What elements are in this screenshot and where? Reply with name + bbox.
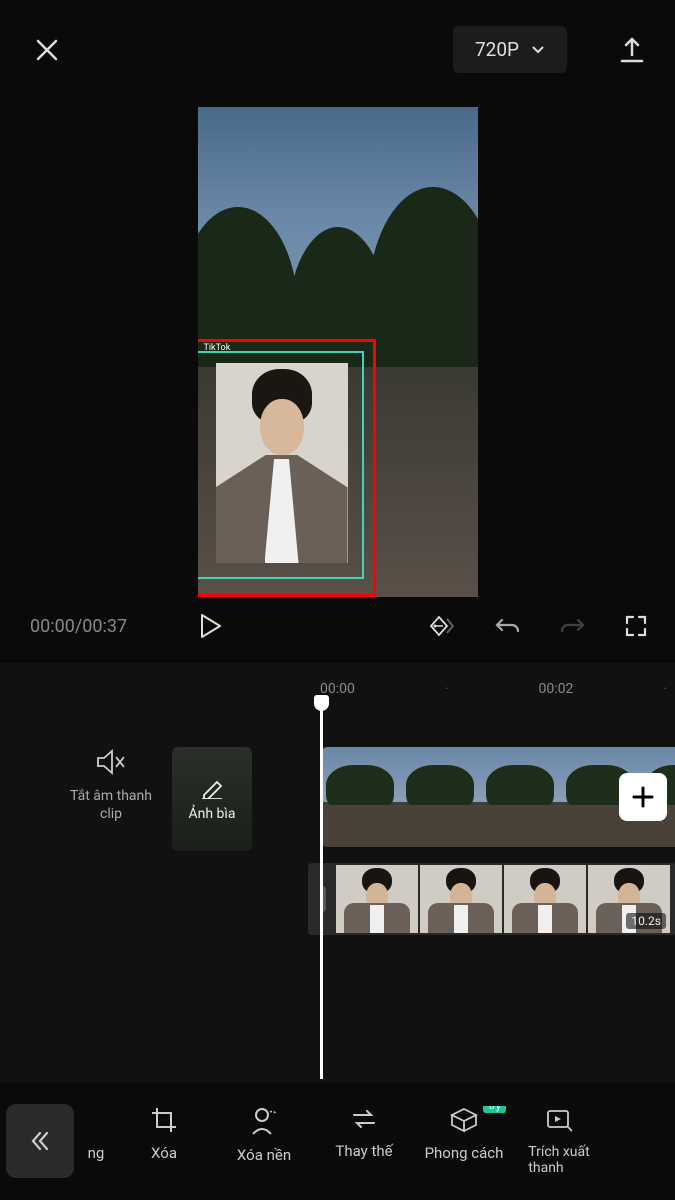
- overlay-frame: 10.2s: [588, 865, 670, 933]
- chevron-down-icon: [531, 45, 545, 55]
- keyframe-button[interactable]: [429, 611, 459, 641]
- toolbar-item-crop[interactable]: Xóa: [114, 1106, 214, 1176]
- toolbar-back-button[interactable]: [6, 1104, 74, 1178]
- close-button[interactable]: [32, 35, 62, 65]
- try-badge: try: [483, 1106, 506, 1113]
- toolbar-item-partial[interactable]: ng: [78, 1106, 114, 1176]
- overlay-track[interactable]: 10.2s: [308, 863, 675, 935]
- cover-image-button[interactable]: Ảnh bìa: [172, 747, 252, 851]
- timeline-ruler: 00:00 · 00:02 ·: [0, 681, 675, 697]
- repeat-icon: [349, 1106, 379, 1132]
- person-remove-bg-icon: [250, 1106, 278, 1136]
- play-button[interactable]: [195, 611, 225, 641]
- overlay-source-label: TikTok: [204, 343, 231, 353]
- time-display: 00:00/00:37: [30, 616, 127, 637]
- bottom-toolbar: ng Xóa Xóa nền Thay thế try Phong cách T…: [0, 1082, 675, 1200]
- playhead[interactable]: [320, 699, 323, 1079]
- undo-button[interactable]: [493, 611, 523, 641]
- overlay-frame: [504, 865, 586, 933]
- cover-label: Ảnh bìa: [189, 805, 236, 823]
- resolution-selector[interactable]: 720P: [453, 26, 567, 73]
- toolbar-item-style[interactable]: try Phong cách: [414, 1106, 514, 1176]
- edit-icon: [200, 775, 224, 799]
- toolbar-item-extract-audio[interactable]: Trích xuấtthanh: [514, 1106, 604, 1176]
- overlay-frame: [420, 865, 502, 933]
- clip-duration-badge: 10.2s: [626, 913, 666, 929]
- track-frame: [400, 747, 480, 847]
- toolbar-item-remove-bg[interactable]: Xóa nền: [214, 1106, 314, 1176]
- add-clip-button[interactable]: [619, 773, 667, 821]
- track-frame: [480, 747, 560, 847]
- export-button[interactable]: [617, 35, 647, 65]
- redo-button[interactable]: [557, 611, 587, 641]
- crop-icon: [150, 1106, 178, 1134]
- plus-icon: [632, 786, 654, 808]
- extract-audio-icon: [545, 1106, 573, 1134]
- tutorial-highlight-box: [198, 339, 376, 597]
- resolution-label: 720P: [475, 38, 519, 61]
- mute-clip-button[interactable]: Tắt âm thanh clip: [66, 747, 156, 851]
- toolbar-item-replace[interactable]: Thay thế: [314, 1106, 414, 1176]
- chevron-double-left-icon: [27, 1128, 53, 1154]
- track-frame: [320, 747, 400, 847]
- mute-label: Tắt âm thanh clip: [66, 787, 156, 823]
- timeline[interactable]: 00:00 · 00:02 · Tắt âm thanh clip Ảnh bì…: [0, 663, 675, 1103]
- video-preview[interactable]: TikTok: [0, 99, 675, 607]
- overlay-frame: [336, 865, 418, 933]
- speaker-mute-icon: [94, 747, 128, 777]
- fullscreen-button[interactable]: [621, 611, 651, 641]
- cube-icon: [449, 1106, 479, 1134]
